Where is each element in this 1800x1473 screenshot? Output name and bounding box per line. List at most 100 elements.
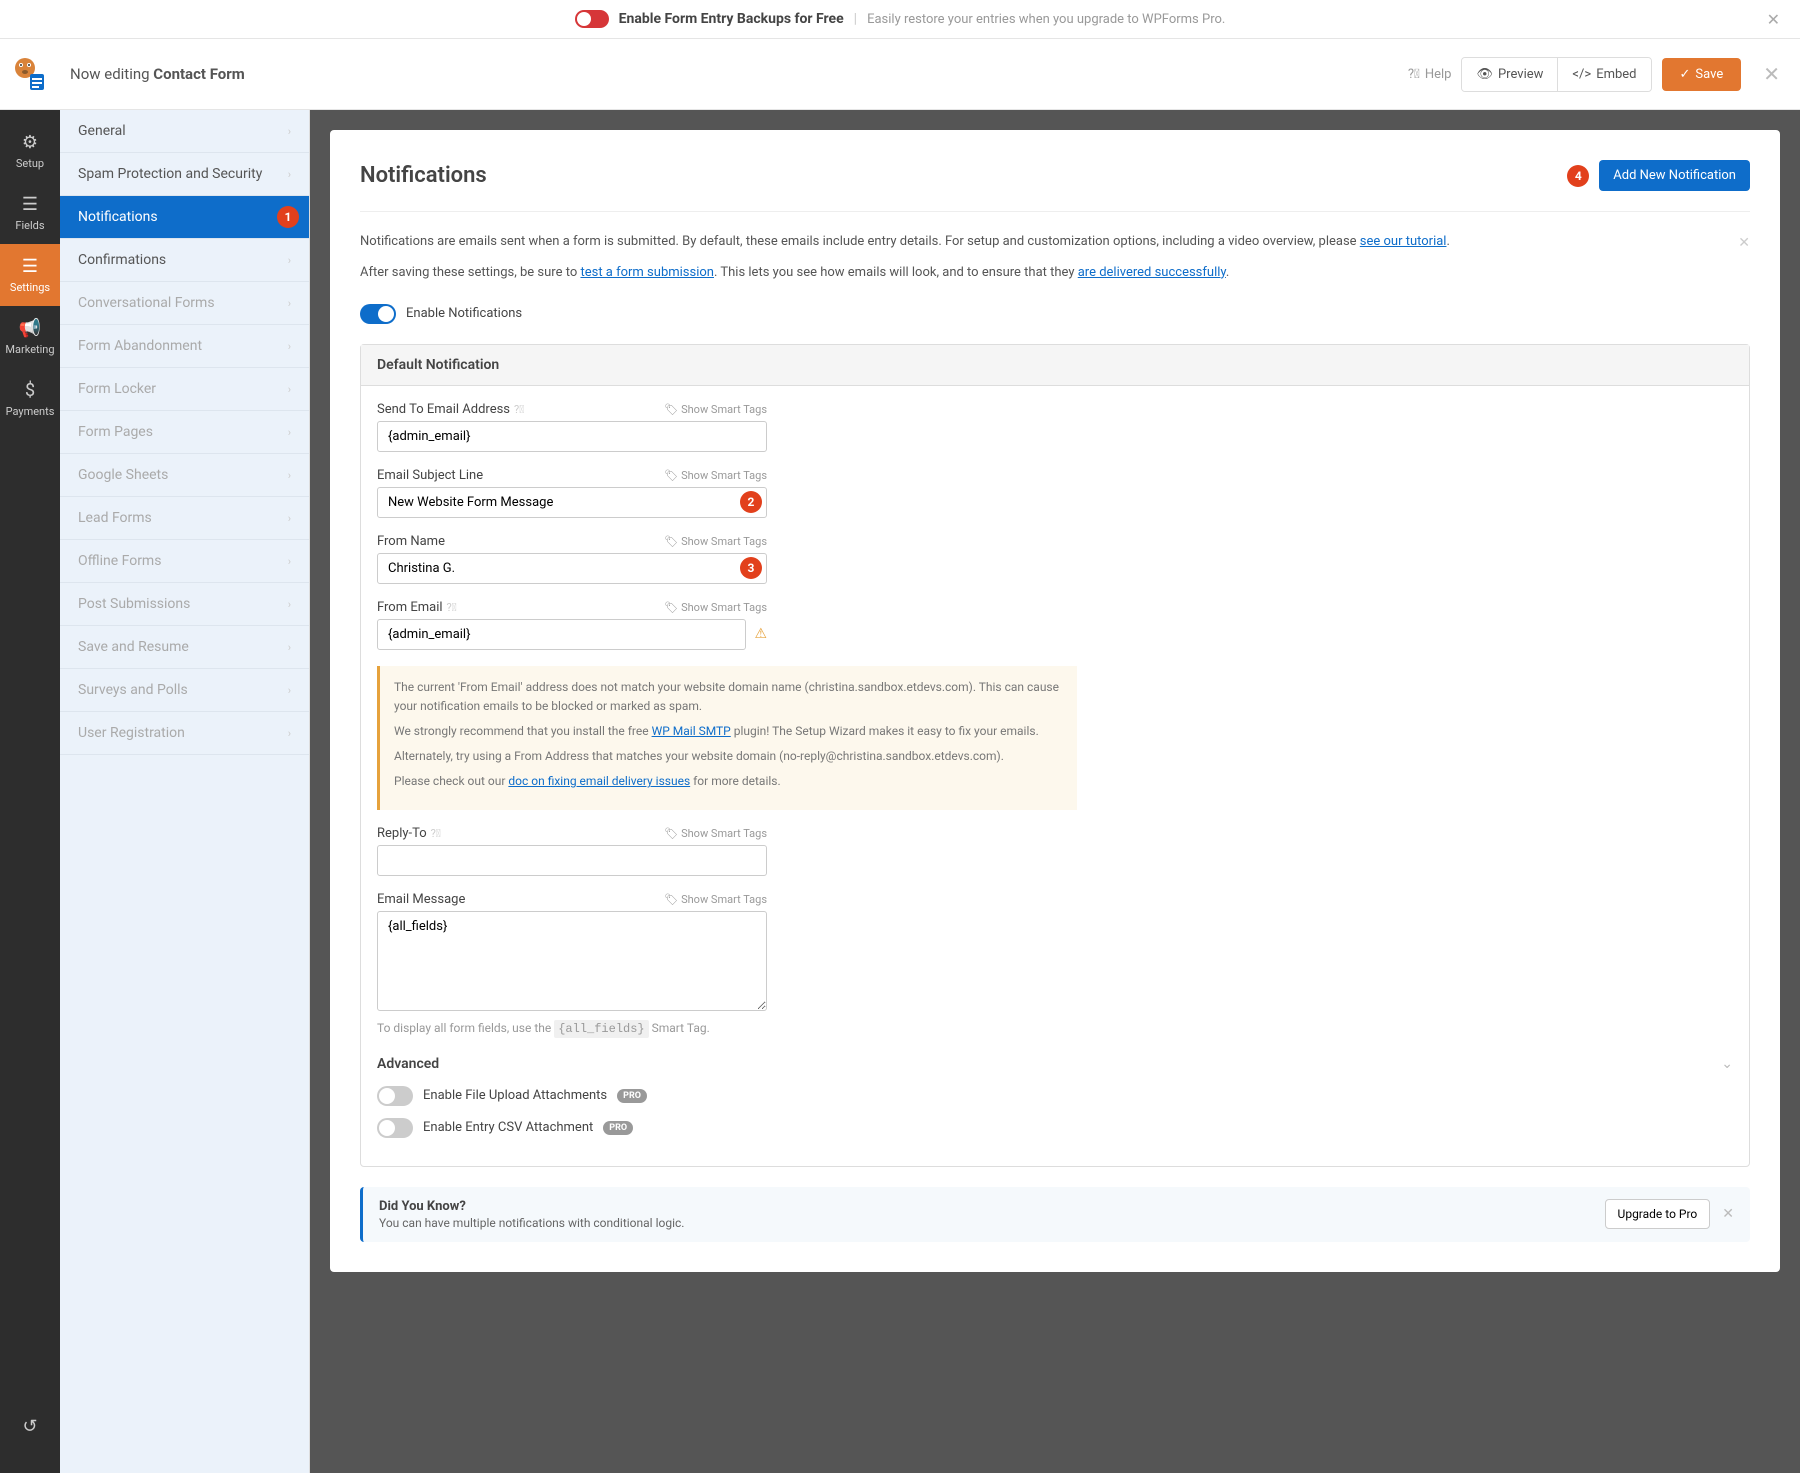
sidebar-saveresume[interactable]: Save and Resume› (60, 626, 309, 669)
enable-notifications-label: Enable Notifications (406, 306, 522, 321)
add-notification-button[interactable]: Add New Notification (1599, 160, 1750, 191)
help-tooltip-icon[interactable]: ?⃝ (447, 601, 457, 614)
sidebar-leadforms[interactable]: Lead Forms› (60, 497, 309, 540)
pro-badge: PRO (603, 1121, 633, 1135)
chevron-right-icon: › (288, 684, 291, 697)
smart-tags-link[interactable]: 🏷 Show Smart Tags (664, 601, 767, 614)
sidebar-pages[interactable]: Form Pages› (60, 411, 309, 454)
subject-label: Email Subject Line (377, 468, 483, 483)
sidebar-userreg[interactable]: User Registration› (60, 712, 309, 755)
chevron-right-icon: › (288, 469, 291, 482)
check-icon: ✓ (1680, 67, 1691, 82)
chevron-right-icon: › (288, 168, 291, 181)
save-button[interactable]: ✓Save (1662, 58, 1742, 91)
upgrade-button[interactable]: Upgrade to Pro (1605, 1199, 1711, 1229)
nav-settings[interactable]: ☰Settings (0, 244, 60, 306)
delivery-doc-link[interactable]: doc on fixing email delivery issues (508, 774, 690, 788)
sidebar-locker[interactable]: Form Locker› (60, 368, 309, 411)
csv-toggle[interactable] (377, 1118, 413, 1138)
smart-tags-link[interactable]: 🏷 Show Smart Tags (664, 827, 767, 840)
help-tooltip-icon[interactable]: ?⃝ (431, 827, 441, 840)
reply-to-label: Reply-To?⃝ (377, 826, 441, 841)
pro-badge: PRO (617, 1089, 647, 1103)
dyk-close-icon[interactable]: ✕ (1722, 1206, 1734, 1222)
nav-history[interactable]: ↺ (0, 1404, 60, 1453)
chevron-right-icon: › (288, 383, 291, 396)
history-icon: ↺ (0, 1416, 60, 1437)
send-to-input[interactable] (377, 421, 767, 452)
from-email-input[interactable] (377, 619, 746, 650)
sidebar-conversational[interactable]: Conversational Forms› (60, 282, 309, 325)
smart-tags-link[interactable]: 🏷 Show Smart Tags (664, 893, 767, 906)
file-upload-label: Enable File Upload Attachments (423, 1088, 607, 1103)
help-tooltip-icon[interactable]: ?⃝ (514, 403, 524, 416)
reply-to-input[interactable] (377, 845, 767, 876)
chevron-right-icon: › (288, 254, 291, 267)
send-to-label: Send To Email Address?⃝ (377, 402, 524, 417)
sidebar-abandonment[interactable]: Form Abandonment› (60, 325, 309, 368)
settings-sidebar: General› Spam Protection and Security› N… (60, 110, 310, 1473)
gear-icon: ⚙ (0, 132, 60, 153)
help-link[interactable]: ?⃝ Help (1408, 67, 1452, 82)
sidebar-postsub[interactable]: Post Submissions› (60, 583, 309, 626)
chevron-right-icon: › (288, 555, 291, 568)
csv-label: Enable Entry CSV Attachment (423, 1120, 593, 1135)
warning-icon: ⚠ (754, 626, 767, 642)
chevron-right-icon: › (288, 512, 291, 525)
file-upload-toggle[interactable] (377, 1086, 413, 1106)
message-textarea[interactable]: {all_fields} (377, 911, 767, 1011)
sidebar-sheets[interactable]: Google Sheets› (60, 454, 309, 497)
preview-button[interactable]: 👁Preview (1462, 58, 1558, 91)
wpforms-logo[interactable] (0, 49, 60, 99)
banner-subtitle: Easily restore your entries when you upg… (867, 12, 1225, 27)
chevron-right-icon: › (288, 125, 291, 138)
embed-button[interactable]: </>Embed (1558, 58, 1650, 91)
banner-toggle-icon[interactable] (575, 10, 609, 28)
wpmailsmtp-link[interactable]: WP Mail SMTP (652, 724, 731, 738)
list-icon: ☰ (0, 194, 60, 215)
smart-tags-link[interactable]: 🏷 Show Smart Tags (664, 403, 767, 416)
code-icon: </> (1572, 67, 1591, 82)
chevron-right-icon: › (288, 340, 291, 353)
dyk-title: Did You Know? (379, 1199, 684, 1214)
sidebar-general[interactable]: General› (60, 110, 309, 153)
sidebar-notifications[interactable]: Notifications1 (60, 196, 309, 239)
step-badge-3: 3 (740, 557, 762, 579)
smart-tags-link[interactable]: 🏷 Show Smart Tags (664, 469, 767, 482)
editing-label: Now editing Contact Form (70, 65, 245, 83)
help-icon: ?⃝ (1408, 67, 1420, 82)
step-badge-4: 4 (1567, 165, 1589, 187)
chevron-right-icon: › (288, 641, 291, 654)
intro-paragraph-2: After saving these settings, be sure to … (360, 263, 1750, 284)
dyk-text: You can have multiple notifications with… (379, 1216, 684, 1230)
dismiss-intro-icon[interactable]: ✕ (1738, 232, 1750, 254)
delivered-link[interactable]: are delivered successfully (1078, 265, 1226, 280)
sidebar-spam[interactable]: Spam Protection and Security› (60, 153, 309, 196)
nav-setup[interactable]: ⚙Setup (0, 120, 60, 182)
banner-title: Enable Form Entry Backups for Free (619, 11, 844, 27)
did-you-know-box: Did You Know? You can have multiple noti… (360, 1187, 1750, 1242)
close-builder-icon[interactable]: ✕ (1763, 62, 1780, 86)
left-nav: ⚙Setup ☰Fields ☰Settings 📢Marketing $Pay… (0, 110, 60, 1473)
tutorial-link[interactable]: see our tutorial (1360, 234, 1447, 249)
eye-icon: 👁 (1476, 67, 1493, 82)
notification-block-title: Default Notification (361, 345, 1749, 386)
sidebar-offline[interactable]: Offline Forms› (60, 540, 309, 583)
nav-marketing[interactable]: 📢Marketing (0, 306, 60, 368)
nav-fields[interactable]: ☰Fields (0, 182, 60, 244)
advanced-toggle[interactable]: Advanced ⌄ (377, 1056, 1733, 1072)
builder-header: Now editing Contact Form ?⃝ Help 👁Previe… (0, 39, 1800, 110)
dollar-icon: $ (0, 380, 60, 401)
promo-banner: Enable Form Entry Backups for Free | Eas… (0, 0, 1800, 39)
banner-close-icon[interactable]: ✕ (1767, 10, 1780, 29)
message-hint: To display all form fields, use the {all… (377, 1021, 767, 1036)
test-submission-link[interactable]: test a form submission (580, 265, 714, 280)
enable-notifications-toggle[interactable] (360, 304, 396, 324)
from-name-input[interactable] (377, 553, 767, 584)
sidebar-confirmations[interactable]: Confirmations› (60, 239, 309, 282)
nav-payments[interactable]: $Payments (0, 368, 60, 430)
from-email-label: From Email?⃝ (377, 600, 457, 615)
sidebar-surveys[interactable]: Surveys and Polls› (60, 669, 309, 712)
subject-input[interactable] (377, 487, 767, 518)
smart-tags-link[interactable]: 🏷 Show Smart Tags (664, 535, 767, 548)
